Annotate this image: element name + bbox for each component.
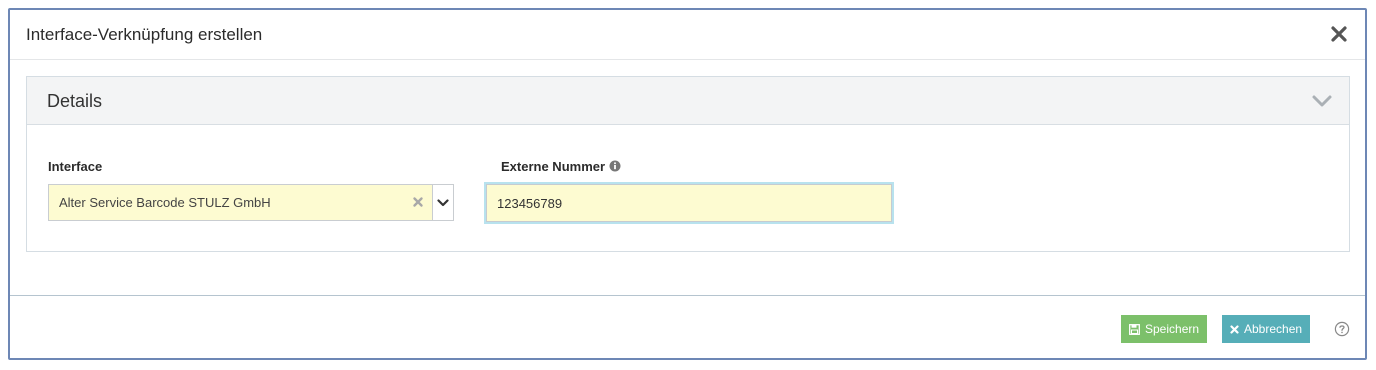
modal-footer: Speichern Abbrechen: [10, 295, 1365, 358]
external-number-input[interactable]: [486, 184, 892, 222]
x-icon: [1230, 324, 1239, 334]
details-panel-heading[interactable]: Details: [27, 77, 1349, 125]
modal-header: Interface-Verknüpfung erstellen: [10, 10, 1365, 60]
chevron-down-icon[interactable]: [1311, 92, 1333, 110]
interface-label: Interface: [48, 159, 103, 174]
save-button[interactable]: Speichern: [1121, 315, 1208, 343]
clear-x-icon[interactable]: [412, 196, 424, 208]
external-number-label-text: Externe Nummer: [501, 159, 606, 174]
modal-title: Interface-Verknüpfung erstellen: [26, 25, 263, 44]
interface-selected-text: Alter Service Barcode STULZ GmbH: [59, 195, 271, 210]
floppy-disk-icon: [1129, 323, 1140, 335]
external-number-label: Externe Nummer: [501, 159, 621, 175]
details-panel: Details Interface Alter Service Barcode …: [26, 76, 1350, 252]
modal-dialog: Interface-Verknüpfung erstellen Details …: [8, 8, 1367, 360]
details-panel-title: Details: [47, 91, 103, 111]
save-button-label: Speichern: [1145, 322, 1200, 336]
help-circle-icon[interactable]: [1334, 321, 1350, 337]
interface-select[interactable]: Alter Service Barcode STULZ GmbH: [48, 184, 454, 221]
info-icon[interactable]: [609, 160, 621, 175]
cancel-button-label: Abbrechen: [1244, 322, 1303, 336]
cancel-button[interactable]: Abbrechen: [1222, 315, 1311, 343]
interface-select-value[interactable]: Alter Service Barcode STULZ GmbH: [49, 185, 432, 220]
close-icon[interactable]: [1329, 24, 1349, 44]
chevron-down-icon[interactable]: [432, 185, 453, 220]
